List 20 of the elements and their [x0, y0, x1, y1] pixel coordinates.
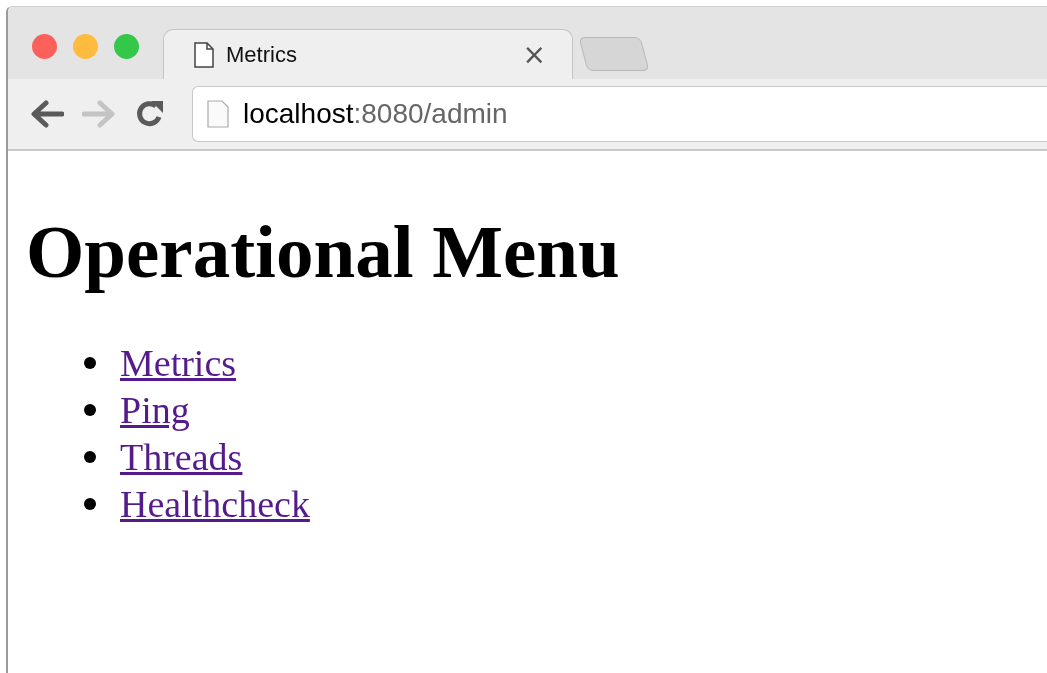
minimize-window-button[interactable] — [73, 33, 98, 59]
bullet-icon — [84, 403, 96, 416]
page-icon — [207, 100, 229, 128]
address-bar[interactable]: localhost:8080/admin — [192, 86, 1047, 142]
url-text: localhost:8080/admin — [243, 98, 508, 130]
browser-tab[interactable]: Metrics × — [163, 29, 573, 79]
menu-link[interactable]: Metrics — [120, 340, 237, 385]
menu-link[interactable]: Ping — [120, 387, 190, 432]
bullet-icon — [84, 356, 96, 369]
bullet-icon — [84, 450, 96, 463]
menu-link[interactable]: Threads — [120, 434, 243, 479]
zoom-window-button[interactable] — [114, 33, 139, 59]
close-tab-button[interactable]: × — [522, 40, 546, 69]
menu-link[interactable]: Healthcheck — [120, 481, 310, 526]
close-window-button[interactable] — [32, 33, 57, 59]
page-icon — [194, 41, 214, 68]
tab-title: Metrics — [226, 41, 298, 68]
back-button[interactable] — [30, 100, 64, 128]
page-heading: Operational Menu — [26, 209, 621, 295]
bullet-icon — [84, 497, 96, 510]
